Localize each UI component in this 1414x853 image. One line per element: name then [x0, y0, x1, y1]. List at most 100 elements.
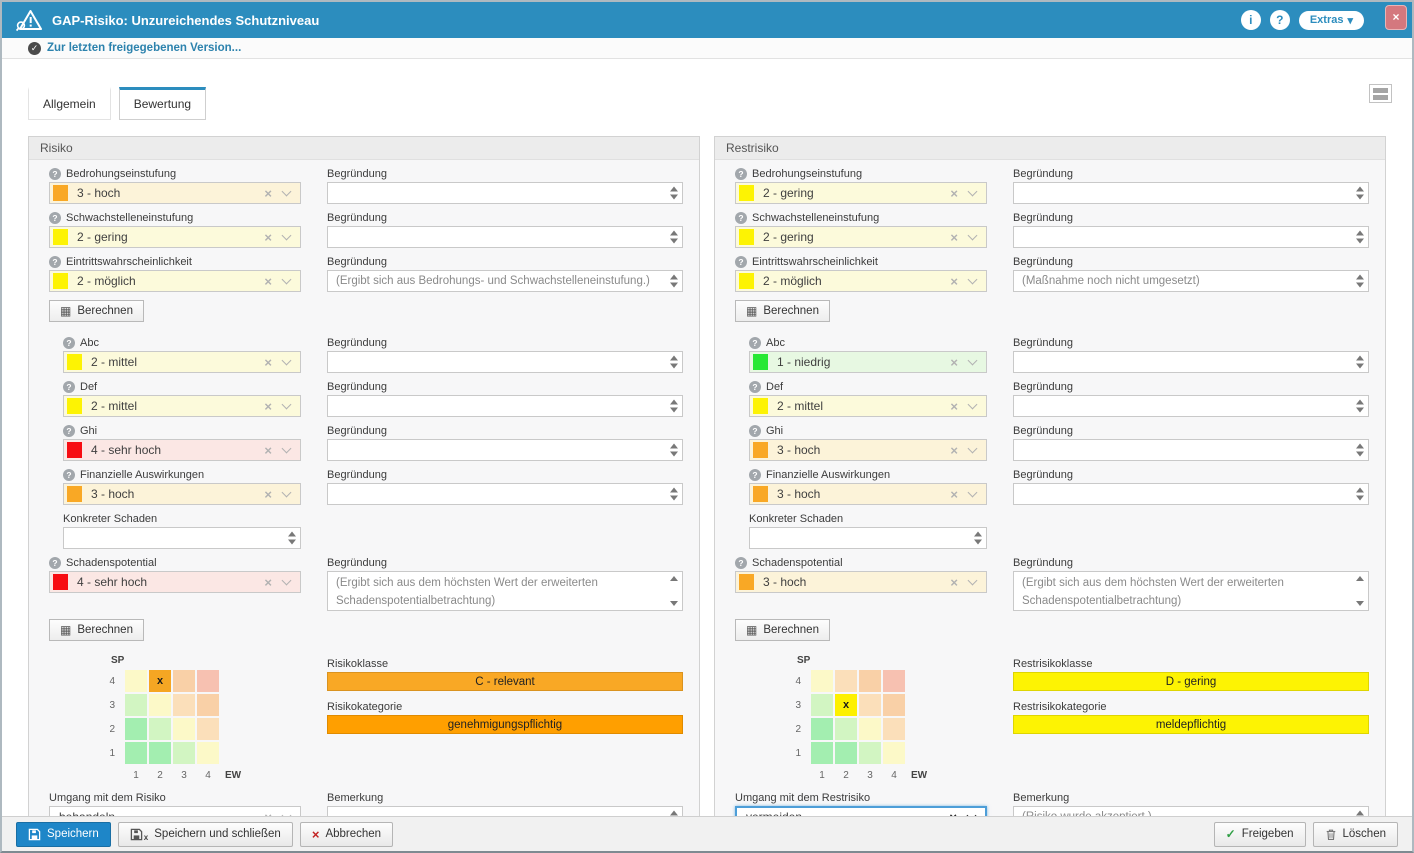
- last-version-link[interactable]: Zur letzten freigegebenen Version...: [47, 42, 241, 54]
- help-icon[interactable]: ?: [49, 212, 61, 224]
- abbrechen-button[interactable]: ×Abbrechen: [300, 822, 393, 847]
- chevron-down-icon[interactable]: [968, 355, 978, 365]
- help-icon[interactable]: ?: [749, 469, 761, 481]
- note-input[interactable]: [1013, 351, 1369, 373]
- extras-button[interactable]: Extras ▾: [1299, 11, 1364, 30]
- note-input[interactable]: [327, 483, 683, 505]
- chevron-down-icon[interactable]: [968, 443, 978, 453]
- note-input[interactable]: [327, 351, 683, 373]
- chevron-down-icon[interactable]: [282, 274, 292, 284]
- chevron-down-icon[interactable]: [282, 575, 292, 585]
- note-input[interactable]: [1013, 182, 1369, 204]
- chevron-down-icon[interactable]: [967, 810, 977, 816]
- help-icon[interactable]: ?: [63, 469, 75, 481]
- clear-icon[interactable]: ×: [950, 576, 958, 589]
- chevron-down-icon[interactable]: [968, 274, 978, 284]
- ghi-select[interactable]: 4 - sehr hoch×: [63, 439, 301, 461]
- def-select[interactable]: 2 - mittel×: [749, 395, 987, 417]
- clear-icon[interactable]: ×: [950, 275, 958, 288]
- schadenspotential-select[interactable]: 4 - sehr hoch×: [49, 571, 301, 593]
- clear-icon[interactable]: ×: [949, 811, 957, 817]
- help-icon[interactable]: ?: [735, 256, 747, 268]
- note-input[interactable]: [327, 226, 683, 248]
- clear-icon[interactable]: ×: [264, 187, 272, 200]
- clear-icon[interactable]: ×: [950, 444, 958, 457]
- help-icon[interactable]: ?: [63, 425, 75, 437]
- help-icon[interactable]: ?: [735, 557, 747, 569]
- abc-select[interactable]: 1 - niedrig×: [749, 351, 987, 373]
- bedrohungseinstufung-select[interactable]: 2 - gering×: [735, 182, 987, 204]
- clear-icon[interactable]: ×: [264, 488, 272, 501]
- berechnen-button[interactable]: ▦Berechnen: [49, 300, 144, 322]
- schwachstelleneinstufung-select[interactable]: 2 - gering×: [735, 226, 987, 248]
- clear-icon[interactable]: ×: [950, 400, 958, 413]
- freigeben-button[interactable]: ✓Freigeben: [1214, 822, 1306, 847]
- clear-icon[interactable]: ×: [264, 275, 272, 288]
- help-icon[interactable]: ?: [749, 425, 761, 437]
- note-input[interactable]: [1013, 226, 1369, 248]
- help-icon[interactable]: ?: [49, 168, 61, 180]
- chevron-down-icon[interactable]: [968, 230, 978, 240]
- note-input[interactable]: [1013, 483, 1369, 505]
- schadenspotential-select[interactable]: 3 - hoch×: [735, 571, 987, 593]
- clear-icon[interactable]: ×: [950, 488, 958, 501]
- umgang-mit-dem-risiko-select[interactable]: behandeln×: [49, 806, 301, 816]
- clear-icon[interactable]: ×: [264, 444, 272, 457]
- berechnen-button[interactable]: ▦Berechnen: [49, 619, 144, 641]
- info-button[interactable]: i: [1241, 10, 1261, 30]
- note-input[interactable]: (Ergibt sich aus dem höchsten Wert der e…: [327, 571, 683, 611]
- chevron-down-icon[interactable]: [968, 399, 978, 409]
- help-icon[interactable]: ?: [735, 212, 747, 224]
- ghi-select[interactable]: 3 - hoch×: [749, 439, 987, 461]
- clear-icon[interactable]: ×: [950, 187, 958, 200]
- help-icon[interactable]: ?: [63, 381, 75, 393]
- chevron-down-icon[interactable]: [968, 487, 978, 497]
- speichern-und-schließen-button[interactable]: xSpeichern und schließen: [118, 822, 293, 847]
- note-input[interactable]: (Ergibt sich aus dem höchsten Wert der e…: [1013, 571, 1369, 611]
- finanzielle-auswirkungen-select[interactable]: 3 - hoch×: [749, 483, 987, 505]
- chevron-down-icon[interactable]: [282, 443, 292, 453]
- help-icon[interactable]: ?: [63, 337, 75, 349]
- clear-icon[interactable]: ×: [264, 356, 272, 369]
- chevron-down-icon[interactable]: [282, 186, 292, 196]
- close-button[interactable]: ×: [1385, 5, 1407, 30]
- konkreter-schaden-input[interactable]: [749, 527, 987, 549]
- tab-allgemein[interactable]: Allgemein: [28, 87, 111, 120]
- def-select[interactable]: 2 - mittel×: [63, 395, 301, 417]
- konkreter-schaden-input[interactable]: [63, 527, 301, 549]
- note-input[interactable]: (Maßnahme noch nicht umgesetzt): [1013, 270, 1369, 292]
- clear-icon[interactable]: ×: [264, 400, 272, 413]
- schwachstelleneinstufung-select[interactable]: 2 - gering×: [49, 226, 301, 248]
- chevron-down-icon[interactable]: [968, 186, 978, 196]
- clear-icon[interactable]: ×: [264, 576, 272, 589]
- note-input[interactable]: [1013, 439, 1369, 461]
- chevron-down-icon[interactable]: [968, 575, 978, 585]
- remark-input[interactable]: [327, 806, 683, 816]
- berechnen-button[interactable]: ▦Berechnen: [735, 300, 830, 322]
- chevron-down-icon[interactable]: [282, 487, 292, 497]
- note-input[interactable]: [327, 439, 683, 461]
- clear-icon[interactable]: ×: [950, 356, 958, 369]
- umgang-mit-dem-restrisiko-select[interactable]: vermeiden×: [735, 806, 987, 816]
- clear-icon[interactable]: ×: [264, 231, 272, 244]
- eintrittswahrscheinlichkeit-select[interactable]: 2 - möglich×: [49, 270, 301, 292]
- chevron-down-icon[interactable]: [282, 230, 292, 240]
- help-icon[interactable]: ?: [735, 168, 747, 180]
- note-input[interactable]: [327, 182, 683, 204]
- chevron-down-icon[interactable]: [282, 399, 292, 409]
- finanzielle-auswirkungen-select[interactable]: 3 - hoch×: [63, 483, 301, 505]
- tab-bewertung[interactable]: Bewertung: [119, 87, 206, 120]
- clear-icon[interactable]: ×: [950, 231, 958, 244]
- help-icon[interactable]: ?: [49, 557, 61, 569]
- remark-input[interactable]: (Risiko wurde akzeptiert.): [1013, 806, 1369, 816]
- chevron-down-icon[interactable]: [282, 810, 292, 816]
- note-input[interactable]: [1013, 395, 1369, 417]
- help-icon[interactable]: ?: [49, 256, 61, 268]
- help-icon[interactable]: ?: [749, 381, 761, 393]
- clear-icon[interactable]: ×: [264, 811, 272, 817]
- bedrohungseinstufung-select[interactable]: 3 - hoch×: [49, 182, 301, 204]
- löschen-button[interactable]: Löschen: [1313, 822, 1398, 847]
- berechnen-button[interactable]: ▦Berechnen: [735, 619, 830, 641]
- help-button[interactable]: ?: [1270, 10, 1290, 30]
- abc-select[interactable]: 2 - mittel×: [63, 351, 301, 373]
